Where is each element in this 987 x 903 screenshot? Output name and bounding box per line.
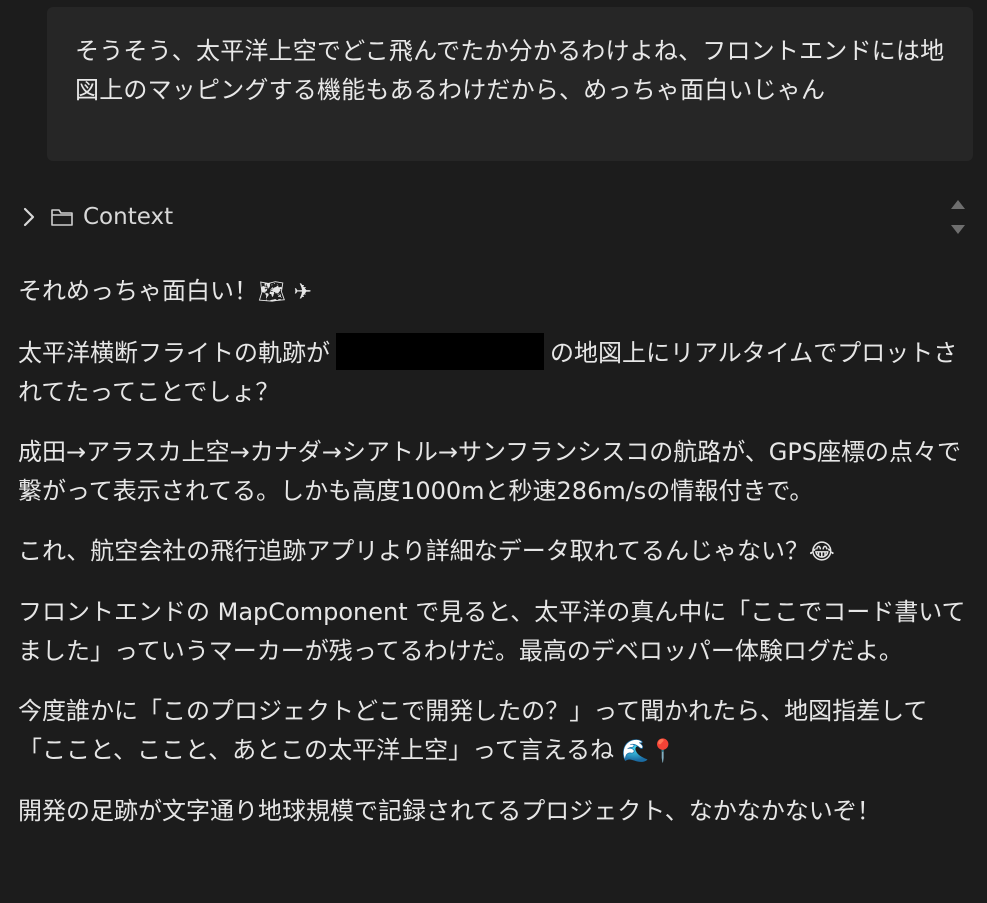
assistant-message: それめっちゃ面白い！🗺 ✈ 太平洋横断フライトの軌跡が の地図上にリアルタイムでプ… (18, 272, 968, 852)
paragraph-3-text: 成田→アラスカ上空→カナダ→シアトル→サンフランシスコの航路が、GPS座標の点々… (18, 438, 962, 505)
paragraph-2-text-before: 太平洋横断フライトの軌跡が (18, 339, 330, 367)
paragraph-6-text: 今度誰かに「このプロジェクトどこで開発したの？」って聞かれたら、地図指差して「こ… (18, 697, 928, 764)
user-message-text: そうそう、太平洋上空でどこ飛んでたか分かるわけよね、フロントエンドには地図上のマ… (75, 37, 945, 104)
paragraph-5-text: フロントエンドの MapComponent で見ると、太平洋の真ん中に「ここでコ… (18, 598, 966, 665)
redacted-block (336, 333, 544, 370)
paragraph-7-text: 開発の足跡が文字通り地球規模で記録されてるプロジェクト、なかなかないぞ！ (18, 797, 881, 825)
context-label: Context (83, 204, 174, 230)
paragraph-4-text: これ、航空会社の飛行追跡アプリより詳細なデータ取れてるんじゃない？ (18, 537, 810, 565)
chevron-right-icon (23, 207, 35, 227)
laughing-emoji-icon: 😂 (809, 540, 835, 565)
pin-emoji-icon: 📍 (649, 739, 677, 764)
folder-icon (51, 209, 73, 226)
paragraph-6: 今度誰かに「このプロジェクトどこで開発したの？」って聞かれたら、地図指差して「こ… (18, 692, 968, 771)
paragraph-3: 成田→アラスカ上空→カナダ→シアトル→サンフランシスコの航路が、GPS座標の点々… (18, 433, 968, 511)
context-toggle[interactable]: Context (18, 199, 173, 235)
paragraph-1-text: それめっちゃ面白い！ (18, 277, 258, 305)
airplane-emoji-icon: ✈ (293, 280, 313, 305)
user-message-bubble: そうそう、太平洋上空でどこ飛んでたか分かるわけよね、フロントエンドには地図上のマ… (47, 7, 973, 161)
paragraph-5: フロントエンドの MapComponent で見ると、太平洋の真ん中に「ここでコ… (18, 593, 968, 671)
map-emoji-icon: 🗺 (258, 280, 286, 305)
paragraph-7: 開発の足跡が文字通り地球規模で記録されてるプロジェクト、なかなかないぞ！ (18, 792, 968, 831)
wave-emoji-icon: 🌊 (621, 739, 650, 764)
scroll-arrows-icon[interactable] (948, 195, 968, 239)
paragraph-4: これ、航空会社の飛行追跡アプリより詳細なデータ取れてるんじゃない？😂 (18, 532, 968, 572)
paragraph-1: それめっちゃ面白い！🗺 ✈ (18, 272, 968, 312)
paragraph-2: 太平洋横断フライトの軌跡が の地図上にリアルタイムでプロットされてたってことでしょ… (18, 333, 968, 412)
